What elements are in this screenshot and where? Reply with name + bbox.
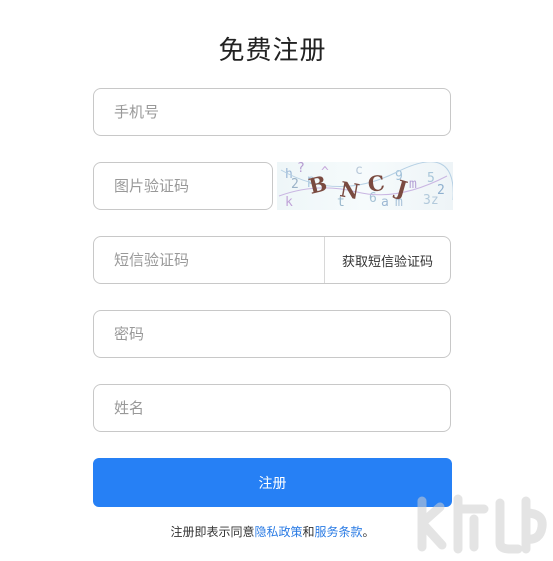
- terms-of-service-link[interactable]: 服务条款: [315, 525, 363, 539]
- password-field[interactable]: [93, 310, 451, 358]
- name-field[interactable]: [93, 384, 451, 432]
- agreement-conjunction: 和: [302, 525, 315, 539]
- captcha-image[interactable]: h ? 2 p ^ 9 m 5 2 3z a m k t c 6 B N C J: [277, 162, 453, 210]
- phone-input[interactable]: [94, 89, 450, 135]
- get-sms-code-button[interactable]: 获取短信验证码: [324, 237, 450, 283]
- svg-text:?: ?: [297, 162, 305, 176]
- captcha-input[interactable]: [94, 163, 272, 209]
- name-input[interactable]: [94, 385, 450, 431]
- svg-text:2: 2: [291, 177, 299, 192]
- captcha-char: C: [366, 170, 386, 197]
- watermark-logo: [414, 493, 549, 555]
- phone-field[interactable]: [93, 88, 451, 136]
- sms-code-field[interactable]: 获取短信验证码: [93, 236, 451, 284]
- captcha-char: N: [338, 176, 361, 204]
- agreement-suffix: 。: [362, 525, 375, 539]
- page-title: 免费注册: [218, 36, 327, 66]
- svg-text:c: c: [355, 163, 363, 178]
- agreement-prefix: 注册即表示同意: [170, 525, 255, 539]
- svg-text:3z: 3z: [423, 193, 439, 208]
- sms-code-input[interactable]: [94, 237, 326, 283]
- svg-text:k: k: [285, 195, 293, 210]
- privacy-policy-link[interactable]: 隐私政策: [254, 525, 302, 539]
- watermark-graphic: [417, 494, 547, 554]
- svg-text:a: a: [381, 195, 389, 210]
- captcha-noise-graphic: h ? 2 p ^ 9 m 5 2 3z a m k t c 6 B N C J: [278, 162, 453, 210]
- captcha-field[interactable]: [93, 162, 273, 210]
- register-button[interactable]: 注册: [93, 458, 452, 507]
- password-input[interactable]: [94, 311, 450, 357]
